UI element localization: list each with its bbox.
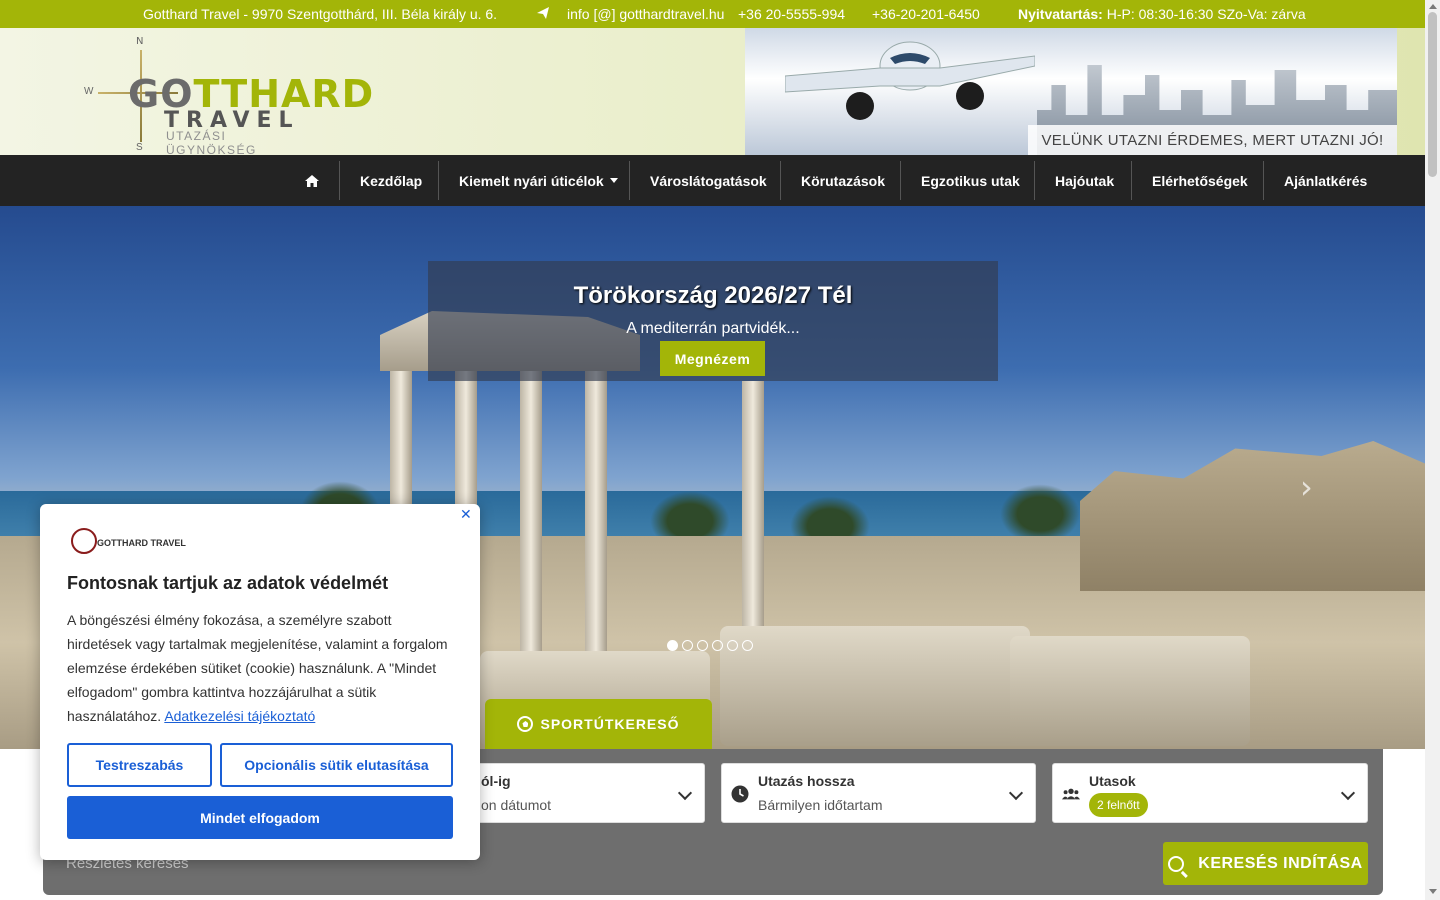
travellers-label: Utasok xyxy=(1089,773,1136,789)
site-header: N S W GOTTHARD TRAVEL UTAZÁSI ÜGYNÖKSÉG … xyxy=(0,28,1425,155)
nav-separator xyxy=(1034,161,1035,200)
cookie-dialog-title: Fontosnak tartjuk az adatok védelmét xyxy=(67,573,389,593)
top-info-bar: Gotthard Travel - 9970 Szentgotthárd, II… xyxy=(0,0,1425,28)
cookie-consent-dialog: ✕ GOTTHARD TRAVEL Fontosnak tartjuk az a… xyxy=(40,504,480,860)
sport-tab-label: SPORTÚTKERESŐ xyxy=(540,716,680,732)
temple-column xyxy=(520,366,542,651)
chevron-down-icon xyxy=(1008,785,1024,801)
duration-label: Utazás hossza xyxy=(758,773,855,789)
close-icon[interactable]: ✕ xyxy=(460,507,472,523)
privacy-policy-link[interactable]: Adatkezelési tájékoztató xyxy=(164,708,315,724)
slider-indicators xyxy=(667,640,753,651)
cookie-logo-text: GOTTHARD TRAVEL xyxy=(97,538,186,548)
slide-text: A mediterrán partvidék... xyxy=(626,320,800,337)
nav-item-label: Kiemelt nyári úticélok xyxy=(459,172,604,189)
date-range-value: on dátumot xyxy=(481,797,552,813)
nav-item-kezdolap[interactable]: Kezdőlap xyxy=(360,155,422,206)
slider-dot[interactable] xyxy=(697,640,708,651)
nav-separator xyxy=(1131,161,1132,200)
nav-item-ajanlatkeres[interactable]: Ajánlatkérés xyxy=(1284,155,1367,206)
cookie-dialog-body: A böngészési élmény fokozása, a személyr… xyxy=(67,608,457,728)
phone-link-1[interactable]: +36 20-5555-994 xyxy=(738,6,845,22)
nav-separator xyxy=(1263,161,1264,200)
slider-dot[interactable] xyxy=(712,640,723,651)
date-range-label: ól-ig xyxy=(481,773,511,789)
opening-hours-value: H-P: 08:30-16:30 SZo-Va: zárva xyxy=(1106,6,1306,22)
page-scrollbar[interactable] xyxy=(1425,0,1440,900)
nav-item-egzotikus-utak[interactable]: Egzotikus utak xyxy=(921,155,1020,206)
search-submit-label: KERESÉS INDÍTÁSA xyxy=(1198,854,1363,872)
nav-item-korutazasok[interactable]: Körutazások xyxy=(801,155,885,206)
slider-next-icon[interactable]: › xyxy=(1300,468,1313,506)
reject-optional-button[interactable]: Opcionális sütik elutasítása xyxy=(220,743,453,787)
sport-search-tab[interactable]: SPORTÚTKERESŐ xyxy=(485,699,712,749)
slide-title: Törökország 2026/27 Tél xyxy=(573,282,853,309)
caret-down-icon xyxy=(609,178,618,183)
fallen-column xyxy=(1010,636,1250,746)
customize-button[interactable]: Testreszabás xyxy=(67,743,212,787)
search-icon xyxy=(1168,855,1185,872)
slider-dot[interactable] xyxy=(667,640,678,651)
nav-separator xyxy=(339,161,340,200)
phone-link-2[interactable]: +36-20-201-6450 xyxy=(872,6,980,22)
nav-separator xyxy=(900,161,901,200)
paper-plane-icon xyxy=(536,6,550,23)
main-navigation: Kezdőlap Kiemelt nyári úticélok Városlát… xyxy=(0,155,1425,206)
slider-dot[interactable] xyxy=(742,640,753,651)
opening-hours-label: Nyitvatartás: xyxy=(1018,6,1103,22)
accept-all-button[interactable]: Mindet elfogadom xyxy=(67,796,453,839)
logo-ring xyxy=(71,528,97,554)
email-link[interactable]: info [@] gotthardtravel.hu xyxy=(567,6,724,22)
nav-separator xyxy=(629,161,630,200)
address-text: Gotthard Travel - 9970 Szentgotthárd, II… xyxy=(143,6,498,22)
home-icon[interactable] xyxy=(305,155,319,206)
temple-column xyxy=(585,351,607,651)
ancient-wall-ruin xyxy=(1080,441,1425,591)
opening-hours: Nyitvatartás: H-P: 08:30-16:30 SZo-Va: z… xyxy=(1018,6,1306,22)
duration-value: Bármilyen időtartam xyxy=(758,797,883,813)
slide-cta-button[interactable]: Megnézem xyxy=(660,341,765,376)
soccer-ball-icon xyxy=(517,716,534,732)
clock-icon xyxy=(731,785,749,803)
duration-field[interactable]: Utazás hossza Bármilyen időtartam xyxy=(721,763,1036,823)
compass-n-label: N xyxy=(136,36,144,47)
scrollbar-thumb[interactable] xyxy=(1428,12,1437,177)
fallen-column xyxy=(720,626,1030,746)
scroll-down-arrow-icon[interactable] xyxy=(1429,889,1437,894)
scroll-up-arrow-icon[interactable] xyxy=(1429,4,1437,9)
cookie-dialog-logo: GOTTHARD TRAVEL xyxy=(67,522,186,558)
slider-dot[interactable] xyxy=(682,640,693,651)
nav-item-varoslatogatasok[interactable]: Városlátogatások xyxy=(650,155,767,206)
search-submit-button[interactable]: KERESÉS INDÍTÁSA xyxy=(1163,842,1368,885)
travellers-badge: 2 felnőtt xyxy=(1089,793,1148,817)
chevron-down-icon xyxy=(1340,785,1356,801)
nav-item-elerhetosegek[interactable]: Elérhetőségek xyxy=(1152,155,1248,206)
header-tagline: VELÜNK UTAZNI ÉRDEMES, MERT UTAZNI JÓ! xyxy=(1028,125,1397,155)
single-column xyxy=(742,381,764,651)
compass-w-label: W xyxy=(84,86,94,97)
nav-separator xyxy=(438,161,439,200)
site-logo[interactable]: N S W GOTTHARD TRAVEL UTAZÁSI ÜGYNÖKSÉG xyxy=(40,32,373,155)
slider-dot[interactable] xyxy=(727,640,738,651)
header-banner: VELÜNK UTAZNI ÉRDEMES, MERT UTAZNI JÓ! xyxy=(745,28,1397,155)
nav-item-kiemelt-nyari-uticelok[interactable]: Kiemelt nyári úticélok xyxy=(459,155,618,206)
compass-s-label: S xyxy=(136,142,143,153)
slide-caption: Törökország 2026/27 Tél A mediterrán par… xyxy=(428,261,998,381)
nav-item-hajoutak[interactable]: Hajóutak xyxy=(1055,155,1114,206)
palm-tree xyxy=(1000,484,1080,544)
travellers-field[interactable]: Utasok 2 felnőtt xyxy=(1052,763,1368,823)
users-icon xyxy=(1062,788,1080,800)
chevron-down-icon xyxy=(677,785,693,801)
logo-subtitle: UTAZÁSI ÜGYNÖKSÉG xyxy=(166,129,257,155)
nav-separator xyxy=(780,161,781,200)
airplane-image xyxy=(785,41,1035,120)
